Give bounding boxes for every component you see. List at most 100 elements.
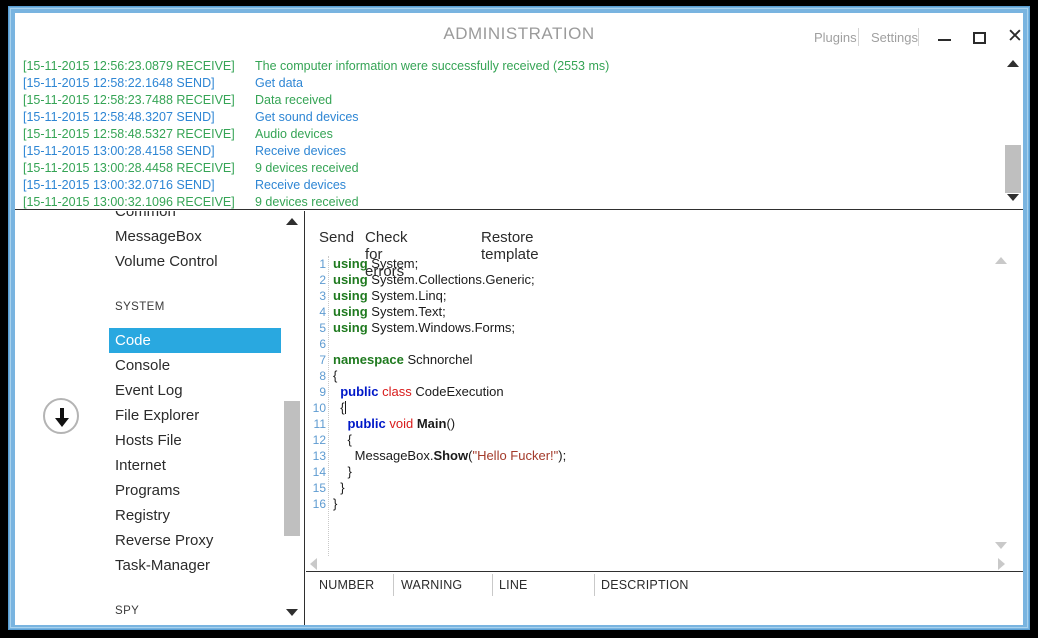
code-line: public class CodeExecution (333, 384, 993, 400)
code-token: namespace (333, 352, 404, 367)
line-number: 9 (319, 385, 326, 399)
code-text-area[interactable]: 1 2 3 4 5 6 7 8 9 10 11 12 13 14 15 16 using System; usi… (306, 256, 1023, 556)
scroll-right-arrow-icon[interactable] (998, 558, 1005, 570)
scroll-down-button[interactable] (43, 398, 79, 434)
sidebar-item-code[interactable]: Code (109, 328, 282, 353)
scroll-up-arrow-icon[interactable] (1007, 60, 1019, 67)
sidebar-scrollbar-thumb[interactable] (284, 401, 300, 536)
code-token: System.Linq; (367, 288, 447, 303)
code-line: MessageBox.Show("Hello Fucker!"); (333, 448, 993, 464)
code-token: public (340, 384, 379, 399)
code-token: using (333, 272, 368, 287)
code-token: System; (367, 256, 419, 271)
code-content[interactable]: using System; using System.Collections.Ge… (333, 256, 993, 512)
minimize-button[interactable] (933, 27, 959, 49)
title-bar: ADMINISTRATION Plugins Settings ✕ (15, 13, 1023, 53)
line-number: 16 (312, 497, 326, 511)
maximize-icon (973, 32, 986, 44)
sidebar-item-internet[interactable]: Internet (37, 453, 282, 478)
sidebar-item-console[interactable]: Console (37, 353, 282, 378)
log-entry-list: [15-11-2015 12:56:23.0879 RECEIVE] The co… (15, 58, 1000, 209)
code-line: } (333, 496, 993, 512)
code-token: "Hello Fucker!" (472, 448, 559, 463)
code-line: { (333, 432, 993, 448)
table-header-row: NUMBER WARNING LINE DESCRIPTION (306, 572, 1023, 600)
code-token: } (333, 464, 352, 479)
sidebar-section-header-system: SYSTEM (115, 301, 165, 313)
scroll-up-arrow-icon[interactable] (995, 257, 1007, 264)
communication-log-panel: [15-11-2015 12:56:23.0879 RECEIVE] The co… (15, 53, 1023, 210)
code-line: } (333, 464, 993, 480)
error-list-table: NUMBER WARNING LINE DESCRIPTION (306, 571, 1023, 625)
sidebar-item-common[interactable]: Common (37, 211, 282, 224)
sidebar-item-registry[interactable]: Registry (37, 503, 282, 528)
log-scrollbar-thumb[interactable] (1005, 145, 1021, 193)
sidebar-item-event-log[interactable]: Event Log (37, 378, 282, 403)
log-message: Audio devices (255, 127, 333, 141)
editor-horizontal-scrollbar[interactable] (306, 555, 1011, 571)
sidebar-item-task-manager[interactable]: Task-Manager (37, 553, 282, 578)
line-number: 15 (312, 481, 326, 495)
code-token: Schnorchel (403, 352, 473, 367)
code-token: Show (433, 448, 469, 463)
code-token: public (347, 416, 386, 431)
log-entry: [15-11-2015 12:58:48.5327 RECEIVE] Audio … (15, 126, 1000, 143)
sidebar-item-messagebox[interactable]: MessageBox (37, 224, 282, 249)
log-message: Data received (255, 93, 333, 107)
column-divider (594, 574, 595, 596)
log-message: The computer information were successful… (255, 59, 610, 73)
text-caret (344, 401, 346, 414)
log-message: 9 devices received (255, 161, 359, 175)
settings-link[interactable]: Settings (871, 30, 918, 45)
scroll-down-arrow-icon[interactable] (995, 542, 1007, 549)
line-number: 13 (312, 449, 326, 463)
scroll-down-arrow-icon[interactable] (1007, 194, 1019, 201)
plugins-link[interactable]: Plugins (814, 30, 857, 45)
editor-vertical-scrollbar[interactable] (991, 253, 1011, 553)
log-entry: [15-11-2015 12:56:23.0879 RECEIVE] The co… (15, 58, 1000, 75)
line-number: 7 (319, 353, 326, 367)
log-timestamp: [15-11-2015 12:58:48.5327 RECEIVE] (23, 127, 235, 141)
code-token: { (333, 368, 338, 383)
code-line: using System.Text; (333, 304, 993, 320)
code-line: { (333, 400, 993, 416)
line-number: 1 (319, 257, 326, 271)
code-line: using System.Windows.Forms; (333, 320, 993, 336)
code-token: CodeExecution (411, 384, 504, 399)
line-number: 11 (313, 417, 326, 431)
line-number: 4 (319, 305, 326, 319)
column-header-description: DESCRIPTION (601, 578, 689, 592)
line-number: 14 (312, 465, 326, 479)
code-line: using System; (333, 256, 993, 272)
sidebar-scrollbar[interactable] (281, 211, 303, 625)
code-token: using (333, 288, 368, 303)
sidebar-item-hosts-file[interactable]: Hosts File (37, 428, 282, 453)
log-entry: [15-11-2015 12:58:23.7488 RECEIVE] Data r… (15, 92, 1000, 109)
log-message: Get data (255, 76, 303, 90)
log-message: Receive devices (255, 144, 347, 158)
sidebar-item-programs[interactable]: Programs (37, 478, 282, 503)
close-button[interactable]: ✕ (1002, 26, 1023, 49)
log-timestamp: [15-11-2015 13:00:32.1096 RECEIVE] (23, 195, 235, 209)
scroll-down-arrow-icon[interactable] (286, 609, 298, 616)
log-timestamp: [15-11-2015 13:00:28.4158 SEND] (23, 144, 215, 158)
sidebar-item-volume-control[interactable]: Volume Control (37, 249, 282, 274)
send-button[interactable]: Send (319, 229, 354, 246)
code-token: System.Collections.Generic; (367, 272, 535, 287)
scroll-left-arrow-icon[interactable] (310, 558, 317, 570)
column-header-line: LINE (499, 578, 528, 592)
code-line: using System.Collections.Generic; (333, 272, 993, 288)
sidebar-item-reverse-proxy[interactable]: Reverse Proxy (37, 528, 282, 553)
code-line: } (333, 480, 993, 496)
maximize-button[interactable] (967, 27, 993, 49)
line-number: 5 (319, 321, 326, 335)
log-timestamp: [15-11-2015 13:00:32.0716 SEND] (23, 178, 215, 192)
log-scrollbar[interactable] (1001, 53, 1023, 209)
column-divider (393, 574, 394, 596)
code-token: using (333, 256, 368, 271)
scroll-up-arrow-icon[interactable] (286, 218, 298, 225)
